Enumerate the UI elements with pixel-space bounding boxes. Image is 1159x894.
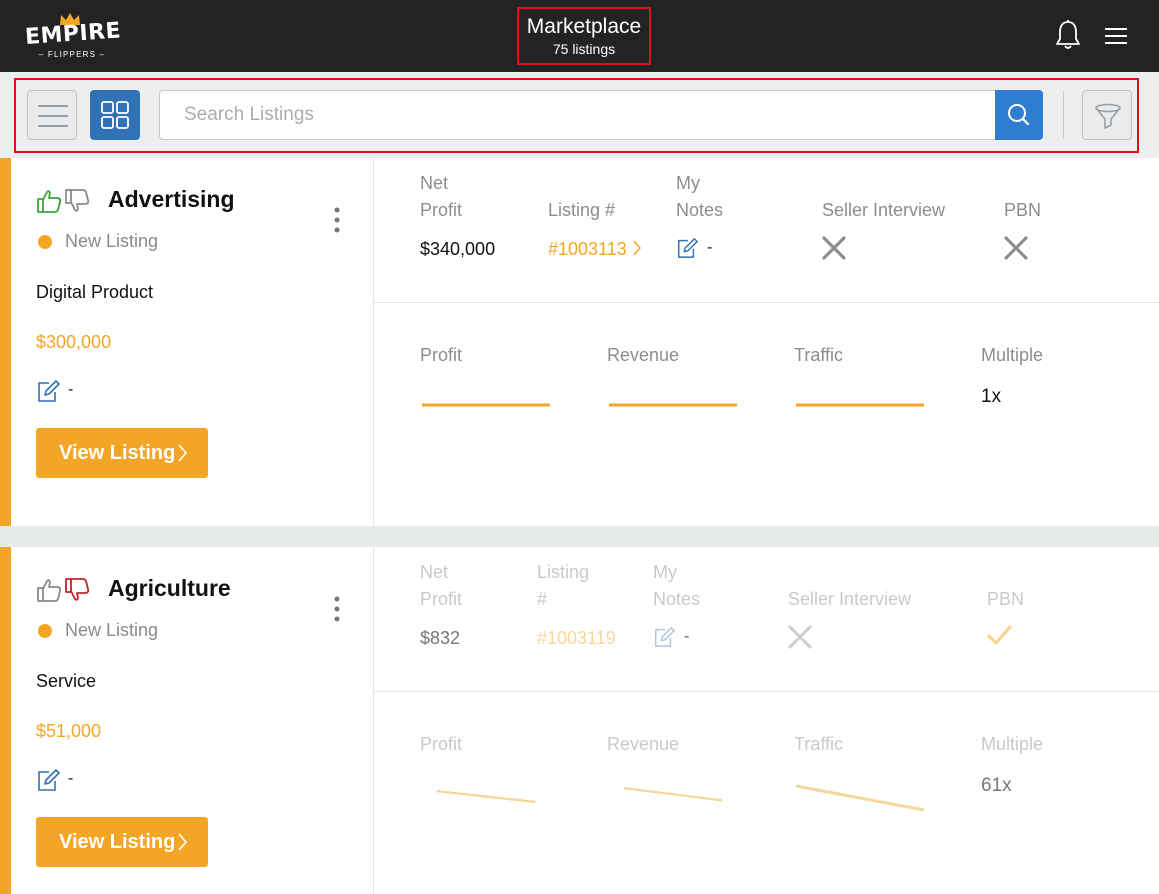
listing-card: Advertising New Listing Digital Product … [0,158,1159,526]
more-options-icon[interactable] [331,206,343,234]
view-listing-button[interactable]: View Listing [36,428,208,478]
traffic-sparkline [796,403,924,407]
thumbs-up-icon[interactable] [36,188,62,214]
funnel-icon [1095,103,1121,129]
listing-type: Digital Product [36,282,154,302]
edit-note-icon[interactable] [36,379,60,403]
multiple-header: Multiple [981,345,1044,365]
revenue-header: Revenue [607,345,680,365]
list-view-button[interactable] [27,90,77,140]
thumbs-down-icon[interactable] [64,188,90,214]
revenue-sparkline [609,403,737,407]
card-divider [374,302,1159,303]
net-profit-header: Net Profit [420,562,463,609]
card-accent-bar [0,158,11,526]
listing-category-title: Advertising [108,186,235,212]
pbn-header: PBN [1004,200,1042,220]
checkmark-icon [987,625,1012,645]
profit-header: Profit [420,734,463,754]
edit-note-icon[interactable] [36,768,60,792]
grid-view-icon [101,101,129,129]
marketplace-title-box: Marketplace 75 listings [517,7,651,65]
revenue-sparkline [623,786,723,802]
profit-sparkline [436,790,536,804]
view-listing-label: View Listing [59,441,176,464]
listing-type: Service [36,671,97,691]
revenue-header: Revenue [607,734,680,754]
listing-number-text: #1003113 [548,239,627,259]
profit-header: Profit [420,345,463,365]
thumbs-down-icon[interactable] [64,577,90,603]
search-input[interactable] [159,90,996,140]
edit-note-icon[interactable] [653,626,675,648]
search-icon [1008,104,1030,126]
card-divider [373,547,374,894]
seller-interview-header: Seller Interview [822,200,946,220]
traffic-header: Traffic [794,734,844,754]
logo-wordmark: EMPIRE [24,18,122,50]
traffic-header: Traffic [794,345,844,365]
logo-subtext: – FLIPPERS – [38,50,106,59]
view-listing-label: View Listing [59,830,176,853]
chevron-right-icon [633,240,641,256]
listing-status: New Listing [65,620,159,640]
cross-icon [788,625,812,649]
listing-card: Agriculture New Listing Service $51,000 … [0,547,1159,894]
listing-number-header: Listing # [548,200,616,220]
bell-icon[interactable] [1054,19,1082,51]
listing-number-link[interactable]: #1003119 [537,628,627,649]
more-options-icon[interactable] [331,595,343,623]
note-value: - [68,770,74,787]
hamburger-menu-icon[interactable] [1103,25,1129,47]
status-dot [38,624,52,638]
seller-interview-header: Seller Interview [788,589,912,609]
cross-icon [1004,236,1028,260]
card-divider [373,158,374,526]
pbn-header: PBN [987,589,1025,609]
card-divider [374,691,1159,692]
profit-sparkline [422,403,550,407]
listing-number-text: #1003119 [537,628,616,648]
net-profit-header: Net Profit [420,173,463,220]
traffic-sparkline [795,784,925,812]
page-title: Marketplace [526,15,642,38]
empire-flippers-logo[interactable]: EMPIRE – FLIPPERS – [24,12,122,62]
listing-count: 75 listings [552,41,616,57]
my-notes-value: - [707,239,713,256]
multiple-header: Multiple [981,734,1044,754]
note-value: - [68,381,74,398]
net-profit-value: $832 [420,628,461,648]
net-profit-value: $340,000 [420,239,496,259]
listing-number-link[interactable]: #1003113 [548,239,642,260]
chevron-right-icon [178,444,188,462]
filter-button[interactable] [1082,90,1132,140]
view-listing-button[interactable]: View Listing [36,817,208,867]
edit-note-icon[interactable] [676,237,698,259]
my-notes-value: - [684,628,690,645]
chevron-right-icon [178,833,188,851]
multiple-value: 61x [981,775,1012,796]
listing-number-header: Listing # [537,562,590,609]
my-notes-header: My Notes [676,173,724,220]
search-button[interactable] [995,90,1043,140]
listing-price: $51,000 [36,721,102,741]
my-notes-header: My Notes [653,562,701,609]
thumbs-up-icon[interactable] [36,577,62,603]
card-accent-bar [0,547,11,894]
multiple-value: 1x [981,386,1002,407]
listing-category-title: Agriculture [108,575,231,601]
listing-status: New Listing [65,231,159,251]
list-view-icon [38,105,68,127]
cross-icon [822,236,846,260]
listing-price: $300,000 [36,332,112,352]
top-header: EMPIRE – FLIPPERS – Marketplace 75 listi… [0,0,1159,72]
grid-view-button[interactable] [90,90,140,140]
toolbar-divider [1063,91,1064,139]
status-dot [38,235,52,249]
